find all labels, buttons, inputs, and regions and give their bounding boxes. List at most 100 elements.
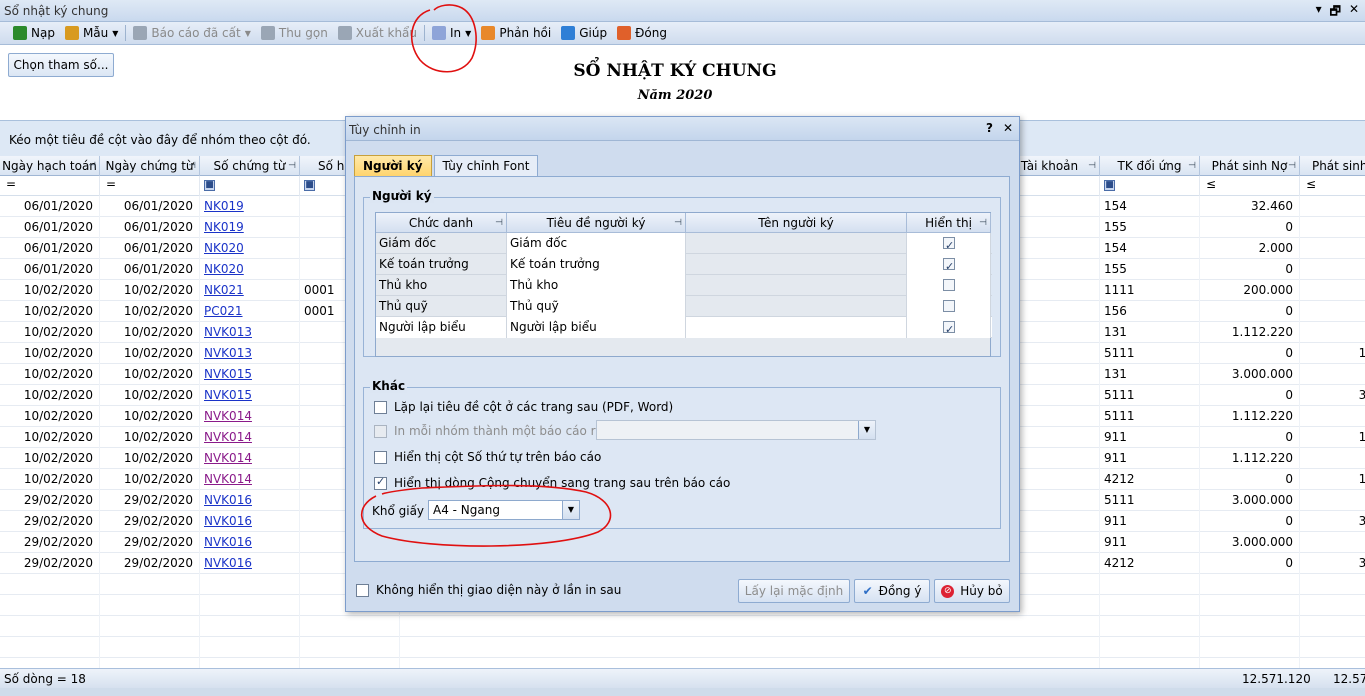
cell-no[interactable]: NVK014 — [200, 469, 300, 490]
signer-column-header[interactable]: Tên người ký — [686, 213, 907, 233]
cell-no[interactable]: NVK016 — [200, 490, 300, 511]
filter-cell[interactable]: ■ — [1100, 176, 1200, 196]
chevron-down-icon[interactable]: ▼ — [562, 501, 579, 519]
signer-row[interactable]: Thủ kho Thủ kho — [376, 275, 992, 296]
signer-column-header[interactable]: Chức danh ⊣ — [376, 213, 507, 233]
tab-signers[interactable]: Người ký — [354, 155, 432, 177]
opt-show-ordinal[interactable]: Hiển thị cột Số thứ tự trên báo cáo — [374, 448, 601, 466]
cell-no[interactable] — [200, 616, 300, 637]
close-icon[interactable]: ✕ — [1349, 2, 1359, 23]
cell-no[interactable] — [200, 637, 300, 658]
filter-op-icon[interactable]: ■ — [204, 180, 215, 191]
signer-row[interactable]: Thủ quỹ Thủ quỹ — [376, 296, 992, 317]
toolbar-template-button[interactable]: Mẫu ▼ — [60, 23, 123, 44]
pin-icon[interactable]: ⊣ — [1188, 156, 1196, 176]
signer-shown-checkbox[interactable] — [943, 235, 955, 256]
cell-no[interactable]: NK021 — [200, 280, 300, 301]
cell-no[interactable]: NK019 — [200, 196, 300, 217]
filter-cell[interactable]: ■ — [200, 176, 300, 196]
column-header[interactable]: Phát sinh Nợ ⊣ — [1200, 156, 1300, 176]
column-header[interactable]: TK đối ứng ⊣ — [1100, 156, 1200, 176]
signer-caption[interactable]: Thủ quỹ — [507, 296, 686, 317]
restore-icon[interactable]: 🗗 — [1330, 2, 1341, 23]
cell-no[interactable]: NVK013 — [200, 322, 300, 343]
signer-caption[interactable]: Người lập biểu — [507, 317, 686, 338]
cell-no[interactable]: NK020 — [200, 238, 300, 259]
signer-row[interactable]: Kế toán trưởng Kế toán trưởng — [376, 254, 992, 277]
filter-operator[interactable]: = — [6, 177, 16, 191]
cell-no[interactable]: PC021 — [200, 301, 300, 322]
signer-name[interactable] — [686, 275, 907, 296]
toolbar-help-button[interactable]: Giúp — [556, 23, 612, 44]
cell-no[interactable]: NVK013 — [200, 343, 300, 364]
signer-shown-checkbox[interactable] — [943, 256, 955, 277]
signer-row[interactable]: Giám đốc Giám đốc — [376, 233, 992, 256]
cell-no[interactable]: NVK015 — [200, 364, 300, 385]
menu-icon[interactable]: ▾ — [1316, 2, 1322, 23]
signer-name[interactable] — [686, 233, 907, 254]
cell-no[interactable]: NVK015 — [200, 385, 300, 406]
pin-icon[interactable]: ⊣ — [1288, 156, 1296, 176]
signer-row[interactable]: Người lập biểu Người lập biểu — [376, 317, 992, 340]
pin-icon[interactable]: ⊣ — [979, 213, 987, 233]
signer-caption[interactable]: Kế toán trưởng — [507, 254, 686, 275]
toolbar-save-button[interactable]: Báo cáo đã cất ▼ — [128, 23, 255, 44]
table-row[interactable] — [0, 637, 1365, 658]
signer-name[interactable] — [686, 296, 907, 317]
checkbox[interactable] — [374, 450, 387, 464]
signer-column-header[interactable]: Tiêu đề người ký ⊣ — [507, 213, 686, 233]
opt-carry-forward[interactable]: Hiển thị dòng Cộng chuyển sang trang sau… — [374, 474, 730, 492]
column-header[interactable]: Ngày chứng từ ⊣ — [100, 156, 200, 176]
table-row[interactable] — [0, 616, 1365, 637]
help-icon[interactable]: ? — [986, 121, 993, 135]
toolbar-export-button[interactable]: Xuất khẩu — [333, 23, 422, 44]
toolbar-printer-button[interactable]: In ▼ — [427, 23, 476, 44]
signer-role[interactable]: Thủ kho — [376, 275, 507, 296]
filter-cell[interactable]: ≤ — [1300, 176, 1365, 196]
column-header[interactable]: Phát sinh Có⊣ — [1300, 156, 1365, 176]
signer-name[interactable] — [686, 254, 907, 275]
signer-shown-checkbox[interactable] — [943, 319, 955, 340]
cell-no[interactable]: NVK014 — [200, 427, 300, 448]
signer-name[interactable] — [686, 317, 907, 338]
cell-no[interactable]: NVK014 — [200, 448, 300, 469]
signer-caption[interactable]: Giám đốc — [507, 233, 686, 254]
horizontal-scrollbar[interactable] — [0, 688, 1365, 696]
signer-shown-checkbox[interactable] — [943, 279, 955, 291]
pin-icon[interactable]: ⊣ — [188, 156, 196, 176]
column-header[interactable]: Số chứng từ ⊣ — [200, 156, 300, 176]
caret-down-icon[interactable]: ▼ — [245, 29, 251, 38]
tab-font[interactable]: Tùy chỉnh Font — [433, 155, 539, 177]
cell-no[interactable] — [200, 574, 300, 595]
signer-column-header[interactable]: Hiển thị ⊣ — [907, 213, 991, 233]
cell-no[interactable] — [200, 658, 300, 668]
filter-op-icon[interactable]: ■ — [1104, 180, 1115, 191]
signer-role[interactable]: Kế toán trưởng — [376, 254, 507, 275]
filter-cell[interactable]: = — [100, 176, 200, 196]
filter-operator[interactable]: = — [106, 177, 116, 191]
signer-role[interactable]: Giám đốc — [376, 233, 507, 254]
caret-down-icon[interactable]: ▼ — [465, 29, 471, 38]
cell-no[interactable]: NVK016 — [200, 511, 300, 532]
checkbox[interactable] — [356, 583, 369, 597]
signer-role[interactable]: Người lập biểu — [376, 317, 507, 338]
reset-defaults-button[interactable]: Lấy lại mặc định — [738, 579, 850, 603]
filter-cell[interactable]: = — [0, 176, 100, 196]
table-row[interactable] — [0, 658, 1365, 668]
caret-down-icon[interactable]: ▼ — [112, 29, 118, 38]
cancel-button[interactable]: ⊘ Hủy bỏ — [934, 579, 1010, 603]
cell-no[interactable]: NVK016 — [200, 553, 300, 574]
toolbar-refresh-button[interactable]: Nạp — [8, 23, 60, 44]
opt-dont-show-again[interactable]: Không hiển thị giao diện này ở lần in sa… — [356, 581, 621, 599]
checkbox[interactable] — [374, 400, 387, 414]
pin-icon[interactable]: ⊣ — [495, 213, 503, 233]
cell-no[interactable]: NVK016 — [200, 532, 300, 553]
signer-caption[interactable]: Thủ kho — [507, 275, 686, 296]
signer-shown-checkbox[interactable] — [943, 300, 955, 312]
checkbox[interactable] — [374, 475, 387, 490]
filter-op-icon[interactable]: ■ — [304, 180, 315, 191]
toolbar-mail-button[interactable]: Phản hồi — [476, 23, 556, 44]
filter-cell[interactable]: ≤ — [1200, 176, 1300, 196]
cell-no[interactable]: NK019 — [200, 217, 300, 238]
toolbar-collapse-button[interactable]: Thu gọn — [256, 23, 333, 44]
